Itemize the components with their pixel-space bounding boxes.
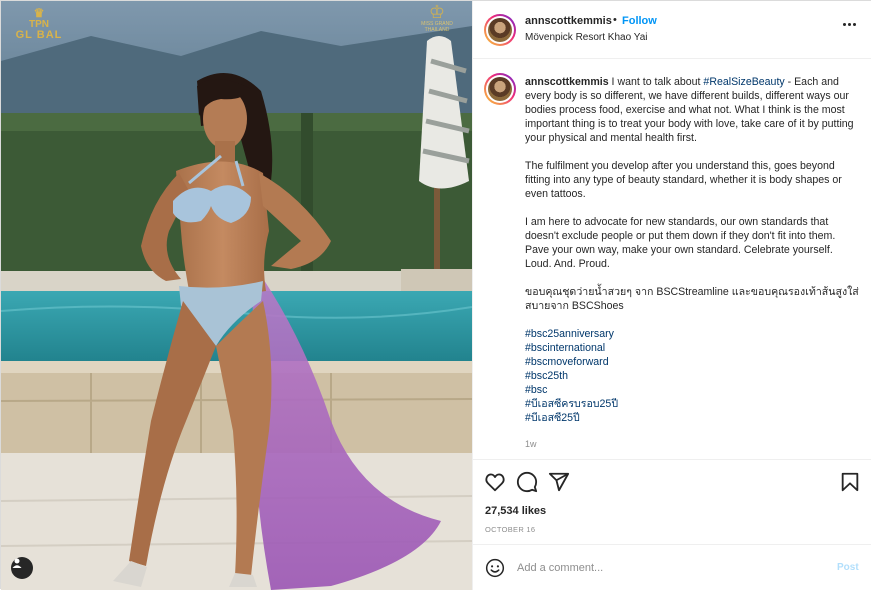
hashtag-link[interactable]: #บีเอสซีครบรอบ25ปี xyxy=(525,397,861,411)
caption-paragraph-1: annscottkemmis I want to talk about #Rea… xyxy=(525,75,861,145)
watermark-right: ♔ MISS GRAND THAILAND xyxy=(415,3,459,33)
header-username[interactable]: annscottkemmis xyxy=(525,15,612,27)
post-header: annscottkemmis • Follow Mövenpick Resort… xyxy=(473,1,871,59)
hashtag-list: #bsc25anniversary #bscinternational #bsc… xyxy=(525,327,861,425)
post-caption: annscottkemmis I want to talk about #Rea… xyxy=(525,75,861,425)
share-icon[interactable] xyxy=(548,471,570,493)
user-tag-button[interactable] xyxy=(11,557,33,579)
caption-time-ago[interactable]: 1w xyxy=(525,439,537,449)
avatar[interactable] xyxy=(484,14,516,46)
post-side-panel: annscottkemmis • Follow Mövenpick Resort… xyxy=(472,1,871,590)
watermark-left-line2: GL BAL xyxy=(15,29,63,41)
hashtag-realsizebeauty[interactable]: #RealSizeBeauty xyxy=(703,76,784,88)
comment-icon[interactable] xyxy=(516,471,538,493)
likes-count[interactable]: 27,534 likes xyxy=(485,505,546,517)
add-comment-bar: Post xyxy=(473,544,871,590)
post-dialog: ♛ TPN GL BAL ♔ MISS GRAND THAILAND annsc… xyxy=(0,0,871,590)
user-icon xyxy=(12,558,22,568)
post-comment-button[interactable]: Post xyxy=(837,562,859,573)
comment-input[interactable] xyxy=(517,559,817,577)
post-photo[interactable]: ♛ TPN GL BAL ♔ MISS GRAND THAILAND xyxy=(1,1,472,590)
post-date[interactable]: OCTOBER 16 xyxy=(485,525,535,534)
header-separator: • xyxy=(613,14,617,26)
follow-button[interactable]: Follow xyxy=(622,15,657,27)
location-link[interactable]: Mövenpick Resort Khao Yai xyxy=(525,32,647,43)
heart-icon[interactable] xyxy=(484,471,506,493)
caption-paragraph-2: The fulfilment you develop after you und… xyxy=(525,160,842,200)
caption-avatar[interactable] xyxy=(484,73,516,105)
crown-icon: ♛ xyxy=(33,6,45,20)
hashtag-link[interactable]: #bsc xyxy=(525,383,861,397)
photo-scene xyxy=(1,1,472,590)
comments-area[interactable]: annscottkemmis I want to talk about #Rea… xyxy=(473,60,871,458)
caption-paragraph-4: ขอบคุณชุดว่ายน้ำสวยๆ จาก BSCStreamline แ… xyxy=(525,286,859,312)
emoji-icon[interactable] xyxy=(485,558,505,578)
more-options-icon[interactable] xyxy=(843,23,857,29)
caption-username[interactable]: annscottkemmis xyxy=(525,76,609,88)
hashtag-link[interactable]: #bsc25anniversary xyxy=(525,327,861,341)
caption-text-1a: I want to talk about xyxy=(608,76,704,88)
hashtag-link[interactable]: #bscinternational xyxy=(525,341,861,355)
hashtag-link[interactable]: #บีเอสซี25ปี xyxy=(525,411,861,425)
watermark-left: ♛ TPN GL BAL xyxy=(13,7,65,41)
caption-paragraph-3: I am here to advocate for new standards,… xyxy=(525,216,836,270)
bookmark-icon[interactable] xyxy=(839,471,861,493)
watermark-right-text: MISS GRAND THAILAND xyxy=(421,21,453,33)
crown-logo-icon: ♔ xyxy=(428,2,446,22)
hashtag-link[interactable]: #bscmoveforward xyxy=(525,355,861,369)
hashtag-link[interactable]: #bsc25th xyxy=(525,369,861,383)
